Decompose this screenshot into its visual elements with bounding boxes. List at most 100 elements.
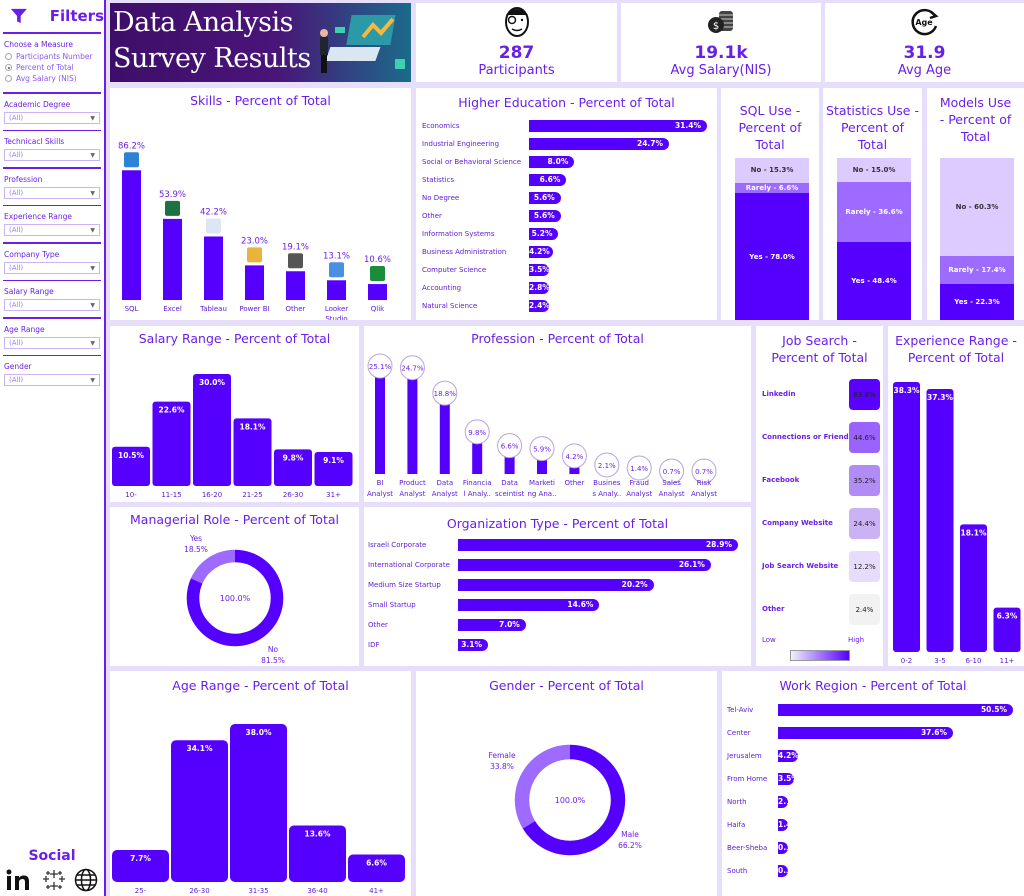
slice-name: Female (488, 751, 516, 760)
category-label: Haifa (727, 821, 746, 829)
bar: 4.2% (529, 246, 553, 258)
category-label: Statistics (422, 176, 454, 184)
category-label: 26-30 (283, 491, 303, 499)
data-label: 19.1% (282, 242, 309, 252)
radio-label: Avg Salary (NIS) (16, 74, 77, 83)
bar (960, 524, 987, 652)
bar: 2.8% (529, 282, 549, 294)
stack-segment-yes: Yes - 48.4% (837, 241, 911, 320)
salary-range-chart: Salary Range - Percent of Total 10.5% 10-… (110, 326, 359, 502)
category-label: 31+ (326, 491, 341, 499)
slice-value: 81.5% (261, 656, 285, 665)
data-label: 22.6% (158, 406, 185, 415)
chart-title: Skills - Percent of Total (190, 93, 331, 108)
chevron-down-icon: ▼ (90, 301, 95, 309)
category-label: Looker (325, 305, 348, 313)
filter-label: Age Range (4, 325, 45, 334)
measure-radio[interactable]: Percent of Total (0, 62, 104, 73)
profession-chart: Profession - Percent of Total 25.1% BI Ana… (364, 326, 751, 502)
center-label: 100.0% (220, 594, 251, 603)
filter-dropdown[interactable]: (All) ▼ (4, 374, 100, 386)
filter-dropdown[interactable]: (All) ▼ (4, 337, 100, 349)
bar: 50.5% (778, 704, 1013, 716)
filter-dropdown[interactable]: (All) ▼ (4, 149, 100, 161)
category-label: From Home (727, 775, 768, 783)
globe-icon[interactable] (74, 868, 98, 892)
measure-radio[interactable]: Avg Salary (NIS) (0, 73, 104, 84)
participants-label: Participants (478, 63, 555, 78)
sql-use-chart: SQL Use - Percent of Total No - 15.3% Rar… (721, 88, 819, 320)
filter-dropdown[interactable]: (All) ▼ (4, 224, 100, 236)
bar: 3.1% (458, 639, 489, 651)
analyst-illustration-icon (320, 15, 405, 73)
bar-row: Computer Science 3.5% (422, 263, 717, 277)
slice-value: 18.5% (184, 545, 208, 554)
radio-button[interactable] (5, 64, 12, 71)
category-label: 25- (135, 887, 147, 895)
other-icon (288, 253, 303, 269)
chart-title: SQL Use - Percent of Total (738, 103, 802, 152)
stack-segment-no: No - 15.0% (837, 158, 911, 183)
category-label: 11+ (1000, 657, 1015, 665)
radio-button[interactable] (5, 75, 12, 82)
filter-dropdown[interactable]: (All) ▼ (4, 299, 100, 311)
data-label: 0.7% (663, 468, 681, 476)
category-label: Medium Size Startup (368, 581, 441, 589)
category-label: Small Startup (368, 601, 416, 609)
data-label: 53.9% (159, 190, 186, 200)
dropdown-value: (All) (9, 339, 24, 347)
stack-segment-rarely: Rarely - 17.4% (940, 255, 1014, 284)
data-label: 42.2% (200, 207, 227, 217)
chevron-down-icon: ▼ (90, 226, 95, 234)
data-label: 18.8% (434, 390, 457, 398)
category-label: Risk (697, 479, 712, 487)
filter-label: Gender (4, 362, 32, 371)
tableau-icon[interactable] (41, 868, 67, 892)
chevron-down-icon: ▼ (90, 376, 95, 384)
category-label: Jerusalem (727, 752, 762, 760)
filters-header: Filters (0, 0, 104, 32)
category-label: l Analy.. (464, 490, 491, 498)
bar: 3.5% (778, 773, 795, 785)
filter-dropdown[interactable]: (All) ▼ (4, 112, 100, 124)
dashboard-title: Data Analysis Survey Results (113, 7, 311, 74)
chevron-down-icon: ▼ (90, 264, 95, 272)
work-region-chart: Work Region - Percent of Total Tel-Aviv 5… (722, 671, 1024, 896)
kpi-avg-salary: $ 19.1k Avg Salary(NIS) (621, 3, 821, 82)
data-label: 7.7% (130, 854, 151, 863)
linkedin-icon[interactable] (6, 869, 34, 891)
dashboard-banner: Data Analysis Survey Results (110, 3, 411, 82)
category-label: ng Ana.. (527, 490, 556, 498)
bar: 0.3% (778, 842, 788, 854)
stack-segment-rarely: Rarely - 6.6% (735, 182, 809, 194)
filter-dropdown[interactable]: (All) ▼ (4, 187, 100, 199)
category-label: 26-30 (189, 887, 209, 895)
radio-button[interactable] (5, 53, 12, 60)
chart-title: Models Use - Percent of Total (939, 95, 1012, 144)
looker-icon (329, 262, 344, 278)
category-label: International Corporate (368, 561, 450, 569)
avg-salary-label: Avg Salary(NIS) (670, 63, 772, 78)
data-label: 9.1% (323, 456, 344, 465)
chart-title: Organization Type - Percent of Total (446, 516, 669, 531)
avg-age-value: 31.9 (903, 43, 946, 63)
data-label: 18.1% (239, 422, 266, 431)
excel-icon (165, 200, 180, 216)
filter-dropdown[interactable]: (All) ▼ (4, 262, 100, 274)
data-label: 5.9% (533, 446, 551, 454)
category-label: Sales (662, 479, 681, 487)
radio-label: Percent of Total (16, 63, 74, 72)
data-label: 38.3% (893, 386, 920, 395)
category-label: Tableau (199, 305, 227, 313)
bar-row: Tel-Aviv 50.5% (727, 703, 1024, 717)
bar-row: International Corporate 26.1% (368, 558, 751, 572)
filter-label: Profession (4, 175, 43, 184)
measure-radio[interactable]: Participants Number (0, 51, 104, 62)
person-icon (504, 7, 529, 37)
dropdown-value: (All) (9, 226, 24, 234)
category-label: 16-20 (202, 491, 222, 499)
data-label: 13.6% (304, 829, 331, 838)
chevron-down-icon: ▼ (90, 151, 95, 159)
category-label: s Analy.. (592, 490, 621, 498)
bar-row: North 2.1% (727, 795, 1024, 809)
